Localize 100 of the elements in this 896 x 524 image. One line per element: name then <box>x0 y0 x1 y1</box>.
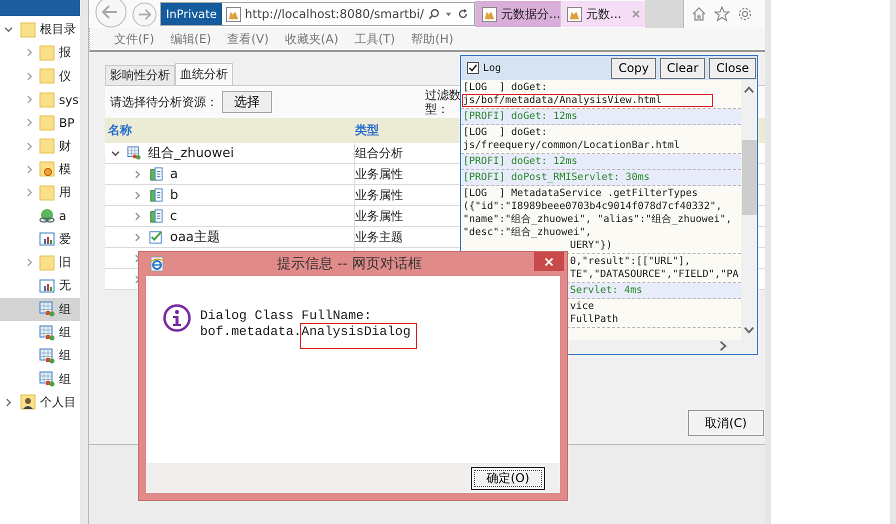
folder-icon <box>39 184 55 201</box>
chevron-icon[interactable] <box>111 148 120 158</box>
log-button[interactable]: Close <box>709 58 756 78</box>
scroll-thumb[interactable] <box>742 140 756 215</box>
log-line: TE","DATASOURCE","FIELD","PA <box>570 269 739 280</box>
menu-item[interactable]: 工具(T) <box>354 30 396 48</box>
tab[interactable]: 影响性分析 <box>105 65 175 85</box>
close-button[interactable] <box>534 252 564 271</box>
browser-tab[interactable]: 元数据分... <box>475 1 560 27</box>
address-bar[interactable]: InPrivate http://localhost:8080/smartbi/ <box>160 2 475 26</box>
log-line: "name":"组合_zhuowei", "alias":"组合_zhuowei", <box>463 214 732 225</box>
menu-item[interactable]: 查看(V) <box>227 30 269 48</box>
dialog-title: 提示信息 -- 网页对话框 <box>276 255 423 273</box>
tree-item[interactable]: 组 <box>0 344 80 368</box>
tree-item[interactable]: 报 <box>0 41 80 65</box>
column-header[interactable]: 名称 <box>105 122 355 139</box>
dropdown-icon[interactable] <box>445 10 452 18</box>
user-folder-icon <box>20 394 36 410</box>
log-line: Servlet: 4ms <box>570 285 642 296</box>
tree-item[interactable]: 组 <box>0 298 80 321</box>
tree-item[interactable]: 仪 <box>0 64 80 88</box>
tree-item[interactable]: 组 <box>0 367 80 391</box>
folder-icon <box>39 138 55 154</box>
tree-item[interactable]: 爱 <box>0 228 80 251</box>
column-header[interactable]: 类型 <box>355 122 455 139</box>
chevron-icon[interactable] <box>4 25 13 34</box>
forward-button[interactable] <box>132 2 157 26</box>
table-cell[interactable]: 组合_zhuowei <box>105 143 355 163</box>
table-cell[interactable]: a <box>105 164 355 184</box>
dialog-message: Dialog Class FullName: <box>200 308 373 324</box>
grid-chart-icon <box>39 324 55 340</box>
scroll-up-icon[interactable] <box>743 84 755 96</box>
folder-icon <box>39 161 55 178</box>
menu-item[interactable]: 收藏夹(A) <box>284 30 338 48</box>
home-icon[interactable] <box>691 6 707 22</box>
star-icon[interactable] <box>714 6 730 22</box>
checked-document-icon <box>149 230 163 244</box>
log-line: vice <box>570 301 594 312</box>
vertical-scrollbar[interactable] <box>741 80 757 340</box>
tree-item[interactable]: BP <box>0 111 80 134</box>
tree-item[interactable]: 模 <box>0 158 80 182</box>
tab[interactable]: 血统分析 <box>175 63 233 85</box>
tree-item[interactable]: a <box>0 204 80 228</box>
checkbox[interactable] <box>467 62 479 74</box>
tree-item[interactable]: 个人目 <box>0 390 80 414</box>
cat-icon <box>567 6 582 22</box>
log-label: Log <box>483 62 502 74</box>
refresh-icon[interactable] <box>457 8 469 20</box>
scroll-right-icon[interactable] <box>717 340 729 352</box>
menu-item[interactable]: 文件(F) <box>114 30 154 48</box>
log-button[interactable]: Copy <box>611 58 656 78</box>
log-line: [LOG ] doGet: <box>463 127 548 138</box>
menu-item[interactable]: 帮助(H) <box>411 30 454 48</box>
log-line: js/bof/metadata/AnalysisView.html <box>463 95 712 106</box>
row-name: oaa主题 <box>170 229 220 246</box>
log-line: FullPath <box>570 314 618 325</box>
tree-item[interactable]: 旧 <box>0 250 80 274</box>
search-icon[interactable] <box>428 8 440 20</box>
cat-icon <box>226 6 241 22</box>
scroll-down-icon[interactable] <box>743 324 755 336</box>
tree-item[interactable]: 组 <box>0 320 80 344</box>
tree-item[interactable]: 根目录 <box>0 18 80 42</box>
tree-item[interactable]: 用 <box>0 181 80 204</box>
document-icon <box>149 167 163 181</box>
log-line: ({"id":"I8989beee0703b4c9014f078d7cf40332", <box>463 201 722 212</box>
grid-chart-icon <box>39 348 55 364</box>
ok-button[interactable]: 确定(O) <box>471 466 545 490</box>
inprivate-label: InPrivate <box>161 3 222 25</box>
tree-item[interactable]: sys <box>0 88 80 112</box>
table-cell-text: 业务主题 <box>355 228 404 246</box>
chevron-icon[interactable] <box>4 398 13 407</box>
tree-item[interactable]: 无 <box>0 274 80 298</box>
folder-icon <box>39 254 55 271</box>
settings-icon[interactable] <box>737 6 753 22</box>
tree-item[interactable]: 财 <box>0 134 80 158</box>
log-line: UERY"}) <box>570 240 612 251</box>
folder-icon <box>39 68 55 84</box>
grid-chart-icon <box>39 301 55 318</box>
back-button[interactable] <box>95 0 127 28</box>
filter-label: 过滤数型： <box>425 88 461 116</box>
table-cell[interactable]: c <box>105 206 355 226</box>
highlighted-text: AnalysisDialog <box>301 324 416 348</box>
browser-tab[interactable]: 元数... <box>560 1 645 27</box>
table-cell[interactable]: oaa主题 <box>105 227 355 247</box>
log-line: "desc":"组合_zhuowei", <box>463 227 592 238</box>
grid-chart-icon <box>39 371 55 388</box>
folder-icon <box>39 44 55 61</box>
select-button[interactable]: 选择 <box>222 91 272 113</box>
document-icon <box>149 209 163 223</box>
resource-label: 请选择待分析资源： <box>110 94 219 110</box>
cancel-button[interactable]: 取消(C) <box>688 410 764 436</box>
log-line: [PROFI] doGet: 12ms <box>463 156 578 167</box>
table-cell[interactable]: b <box>105 185 355 205</box>
log-button[interactable]: Clear <box>660 58 706 78</box>
browser-logo-icon <box>149 256 165 272</box>
table-cell-text: 业务属性 <box>355 208 404 224</box>
cat-icon <box>482 6 497 22</box>
close-icon[interactable] <box>631 9 641 19</box>
menu-item[interactable]: 编辑(E) <box>170 30 212 48</box>
log-line: [PROFI] doPost_RMIServlet: 30ms <box>463 172 650 183</box>
